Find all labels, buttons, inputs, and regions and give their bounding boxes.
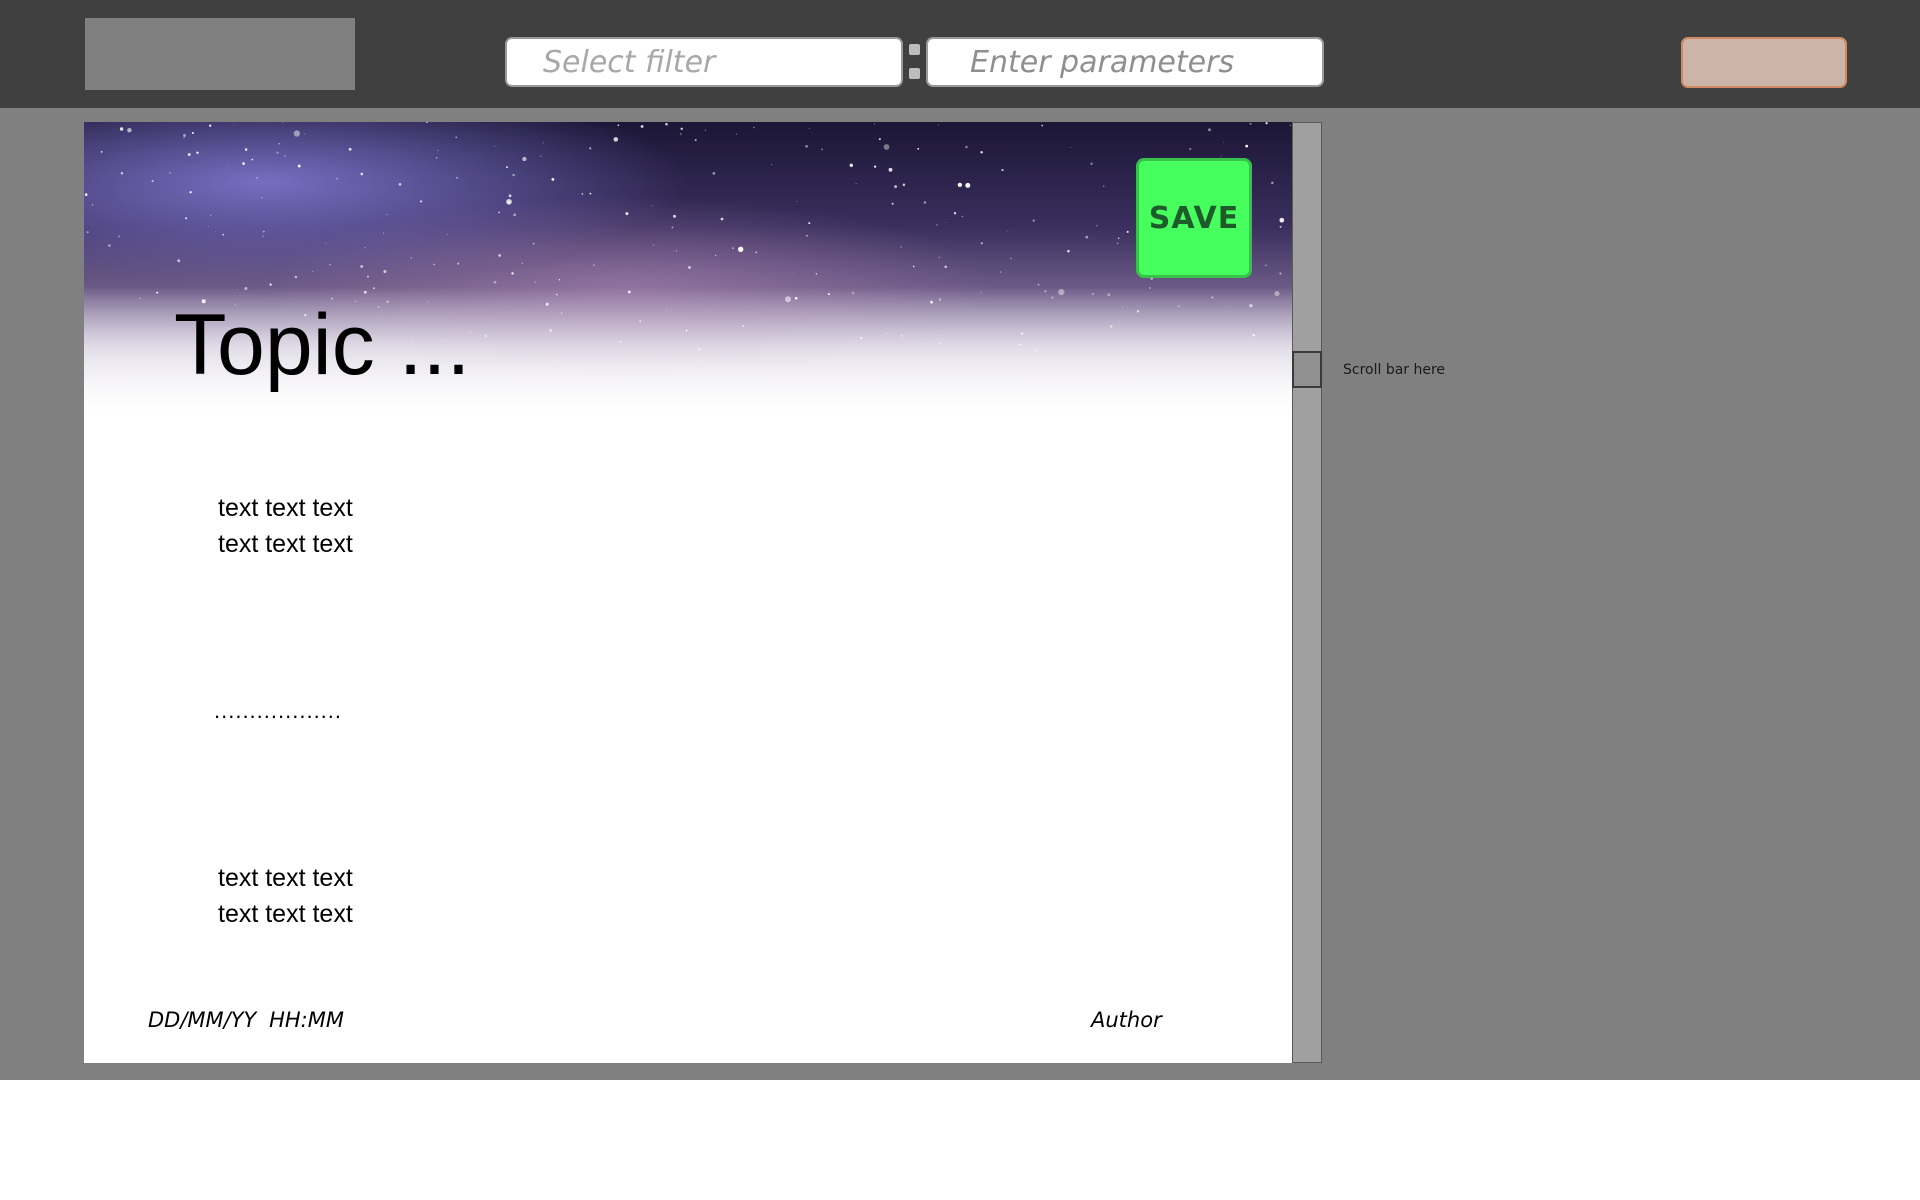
scrollbar-annotation: Scroll bar here [1343,362,1446,378]
text-line: text text text [218,530,353,558]
scrollbar-track[interactable] [1292,122,1322,1063]
article-panel: SAVE Topic ... text text text text text … [84,122,1292,1063]
text-block-1: text text text text text text [218,490,353,562]
text-block-2: text text text text text text [218,860,353,932]
date-time-stamp: DD/MM/YY HH:MM [148,1008,344,1032]
text-line: text text text [218,900,353,928]
parameters-input[interactable]: Enter parameters [926,37,1324,87]
author-name: Author [1091,1008,1162,1032]
save-button[interactable]: SAVE [1136,158,1252,278]
ellipsis-placeholder: .................. [214,698,343,723]
top-bar: Select filter Enter parameters [0,0,1920,108]
parameters-input-placeholder: Enter parameters [970,44,1235,80]
filter-select-placeholder: Select filter [543,44,716,80]
time-text: HH:MM [269,1008,344,1032]
date-text: DD/MM/YY [148,1008,257,1032]
topic-title: Topic ... [174,297,471,393]
scrollbar-thumb[interactable] [1292,351,1322,388]
filter-select[interactable]: Select filter [505,37,903,87]
separator-colon [909,44,920,82]
logo-placeholder [85,18,355,90]
text-line: text text text [218,864,353,892]
top-action-button[interactable] [1681,37,1847,88]
text-line: text text text [218,494,353,522]
